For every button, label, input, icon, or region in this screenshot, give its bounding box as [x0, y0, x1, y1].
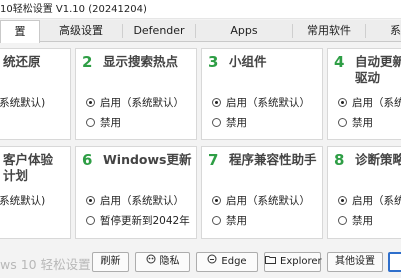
card-search-highlights: 2 显示搜索热点 启用（系统默认） 禁用 [75, 48, 197, 140]
option-enable[interactable]: 启用（系统默认） [86, 95, 184, 110]
option-label: 启用（系统默认） [226, 97, 310, 109]
tab-common-software[interactable]: 常用软件 [293, 20, 365, 42]
option-pause-updates[interactable]: 暂停更新到2042年 [86, 213, 190, 228]
option-disable[interactable]: 禁用 [338, 115, 373, 130]
option-disable[interactable]: 禁用 [86, 115, 121, 130]
radio-icon[interactable] [338, 216, 347, 225]
option-label: 禁用 [226, 117, 247, 129]
radio-selected-icon[interactable] [338, 98, 347, 107]
card-number: 2 [82, 53, 93, 71]
option-label: 禁用 [352, 215, 373, 227]
radio-icon[interactable] [86, 118, 95, 127]
option-enable[interactable]: 启用（系统默认） [212, 193, 310, 208]
card-title-line2: 驱动 [355, 70, 381, 85]
card-customer-experience: 客户体验 计划 (系统默认) [0, 146, 71, 239]
tab-apps[interactable]: Apps [196, 20, 292, 42]
tab-divider [365, 24, 366, 38]
option-label: 暂停更新到2042年 [100, 215, 190, 227]
button-label: 隐私 [159, 256, 180, 267]
radio-selected-icon[interactable] [86, 98, 95, 107]
tab-defender[interactable]: Defender [123, 20, 195, 42]
option-label: 禁用 [352, 117, 373, 129]
option-enable[interactable]: 启用（系统默认） [86, 193, 184, 208]
option-label: 启用（系统 [352, 195, 401, 207]
folder-icon [265, 253, 276, 271]
privacy-button[interactable]: 隐私 [135, 252, 190, 272]
card-title: 程序兼容性助手 [229, 152, 317, 167]
window-title: 10轻松设置 V1.10 (20241204) [0, 0, 401, 19]
card-number: 3 [208, 53, 219, 71]
tab-system[interactable]: 系 [370, 20, 401, 42]
option-enable[interactable]: 启用（系统 [338, 193, 401, 208]
primary-action-button[interactable] [388, 252, 401, 272]
app-brand: ws 10 轻松设置 [0, 257, 91, 272]
card-system-restore: 统还原 (系统默认) [0, 48, 71, 140]
explorer-button[interactable]: Explorer [264, 252, 322, 272]
card-number: 4 [334, 53, 345, 71]
option-enable[interactable]: (系统默认) [0, 193, 45, 208]
radio-selected-icon[interactable] [212, 196, 221, 205]
option-enable[interactable]: 启用（系统默认） [212, 95, 310, 110]
other-settings-button[interactable]: 其他设置 [327, 252, 383, 272]
button-label: 刷新 [100, 256, 121, 267]
button-label: Edge [221, 256, 247, 267]
option-enable[interactable]: (系统默认) [0, 95, 45, 110]
radio-selected-icon[interactable] [338, 196, 347, 205]
card-windows-update: 6 Windows更新 启用（系统默认） 暂停更新到2042年 [75, 146, 197, 239]
tab-basic-settings[interactable]: 置 [0, 20, 40, 43]
card-diagnostic-policy: 8 诊断策略 启用（系统 禁用 [327, 146, 401, 239]
radio-icon[interactable] [338, 118, 347, 127]
card-number: 7 [208, 151, 219, 169]
option-label: 启用（系统 [352, 97, 401, 109]
edge-icon [207, 253, 217, 271]
option-disable[interactable]: 禁用 [212, 213, 247, 228]
option-disable[interactable]: 禁用 [212, 115, 247, 130]
button-label: Explorer [280, 256, 322, 267]
radio-icon[interactable] [86, 216, 95, 225]
refresh-button[interactable]: 刷新 [92, 252, 129, 272]
card-title: 小组件 [229, 54, 267, 69]
option-label: 禁用 [100, 117, 121, 129]
option-enable[interactable]: 启用（系统 [338, 95, 401, 110]
card-title: 诊断策略 [355, 152, 401, 167]
radio-icon[interactable] [212, 216, 221, 225]
card-title: 客户体验 [3, 152, 54, 167]
tab-advanced-settings[interactable]: 高级设置 [40, 20, 122, 42]
card-number: 6 [82, 151, 93, 169]
card-widgets: 3 小组件 启用（系统默认） 禁用 [201, 48, 323, 140]
card-title: 统还原 [3, 54, 41, 69]
option-label: 启用（系统默认） [226, 195, 310, 207]
card-number: 8 [334, 151, 345, 169]
card-auto-update-drivers: 4 自动更新 驱动 启用（系统 禁用 [327, 48, 401, 140]
privacy-icon [146, 253, 156, 271]
tab-bar: 置 高级设置 Defender Apps 常用软件 系 [0, 20, 401, 43]
option-label: 启用（系统默认） [100, 195, 184, 207]
radio-selected-icon[interactable] [86, 196, 95, 205]
option-label: 禁用 [226, 215, 247, 227]
button-label: 其他设置 [335, 256, 375, 267]
card-title-line2: 计划 [3, 168, 29, 183]
option-label: (系统默认) [0, 195, 46, 207]
option-label: (系统默认) [0, 97, 46, 109]
edge-button[interactable]: Edge [196, 252, 258, 272]
bottom-bar: ws 10 轻松设置 刷新 隐私 Edge Explorer 其他设置 [0, 246, 401, 278]
card-title: 显示搜索热点 [103, 54, 179, 69]
radio-selected-icon[interactable] [212, 98, 221, 107]
card-title: 自动更新 [355, 54, 401, 69]
option-label: 启用（系统默认） [100, 97, 184, 109]
card-title: Windows更新 [103, 152, 192, 167]
card-program-compatibility: 7 程序兼容性助手 启用（系统默认） 禁用 [201, 146, 323, 239]
option-disable[interactable]: 禁用 [338, 213, 373, 228]
radio-icon[interactable] [212, 118, 221, 127]
